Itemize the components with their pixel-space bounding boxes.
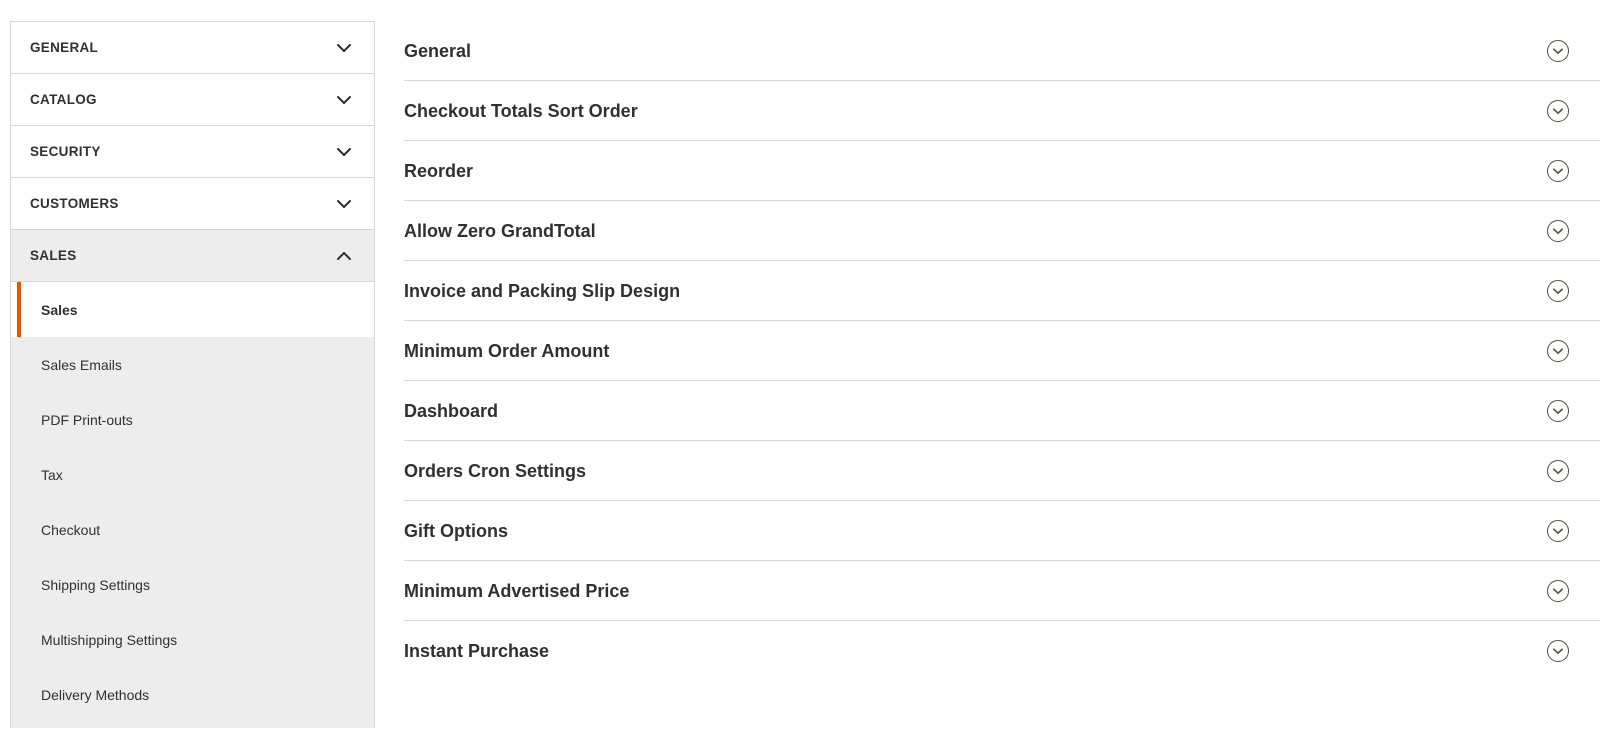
- fieldset-title: Checkout Totals Sort Order: [404, 100, 638, 121]
- sidebar-item-multishipping-settings[interactable]: Multishipping Settings: [11, 612, 374, 667]
- chevron-down-icon: [337, 199, 351, 208]
- sidebar-item-label: Multishipping Settings: [41, 631, 178, 648]
- sidebar-item-pdf-print-outs[interactable]: PDF Print-outs: [11, 392, 374, 447]
- chevron-down-icon: [337, 95, 351, 104]
- chevron-down-circle-icon[interactable]: [1546, 339, 1570, 363]
- fieldset-row-dashboard[interactable]: Dashboard: [404, 381, 1600, 441]
- fieldset-row-instant-purchase[interactable]: Instant Purchase: [404, 621, 1600, 681]
- sidebar-item-label: Shipping Settings: [41, 576, 150, 593]
- fieldset-row-checkout-totals-sort-order[interactable]: Checkout Totals Sort Order: [404, 81, 1600, 141]
- sidebar-item-label: Sales: [41, 301, 78, 318]
- fieldset-title: Instant Purchase: [404, 641, 550, 661]
- sidebar-item-checkout[interactable]: Checkout: [11, 502, 374, 557]
- chevron-down-icon: [337, 43, 351, 52]
- sidebar-section-toggle-customers[interactable]: CUSTOMERS: [11, 178, 374, 229]
- fieldset-row-minimum-advertised-price[interactable]: Minimum Advertised Price: [404, 561, 1600, 621]
- fieldset-title: Minimum Order Amount: [404, 340, 610, 361]
- fieldset-row-reorder[interactable]: Reorder: [404, 141, 1600, 201]
- chevron-down-circle-icon[interactable]: [1546, 519, 1570, 543]
- sidebar-submenu-sales: Sales Sales Emails PDF Print-outs Tax Checko…: [11, 281, 374, 728]
- chevron-down-circle-icon[interactable]: [1546, 459, 1570, 483]
- chevron-down-circle-icon[interactable]: [1546, 279, 1570, 303]
- fieldset-title: Allow Zero GrandTotal: [404, 220, 596, 241]
- sidebar-section-label: CUSTOMERS: [30, 196, 119, 211]
- sidebar-item-label: Delivery Methods: [41, 686, 150, 703]
- sidebar-section-label: SECURITY: [30, 144, 101, 159]
- sidebar-section-customers: CUSTOMERS: [10, 177, 375, 229]
- fieldset-title: Minimum Advertised Price: [404, 580, 630, 601]
- chevron-down-icon: [337, 147, 351, 156]
- sidebar-section-label: GENERAL: [30, 40, 99, 55]
- fieldset-title: Invoice and Packing Slip Design: [404, 280, 681, 301]
- sidebar-section-catalog: CATALOG: [10, 73, 375, 125]
- chevron-down-circle-icon[interactable]: [1546, 639, 1570, 663]
- sidebar-section-general: GENERAL: [10, 21, 375, 73]
- sidebar-item-tax[interactable]: Tax: [11, 447, 374, 502]
- fieldset-row-invoice-and-packing-slip-design[interactable]: Invoice and Packing Slip Design: [404, 261, 1600, 321]
- sidebar-item-label: PDF Print-outs: [41, 411, 133, 428]
- fieldset-row-gift-options[interactable]: Gift Options: [404, 501, 1600, 561]
- sidebar-section-label: SALES: [30, 248, 77, 263]
- sidebar-item-label: Tax: [41, 466, 63, 483]
- fieldset-title: Orders Cron Settings: [404, 460, 587, 481]
- sidebar-section-label: CATALOG: [30, 92, 97, 107]
- sidebar-section-toggle-catalog[interactable]: CATALOG: [11, 74, 374, 125]
- configuration-sidebar: GENERAL CATALOG SECURITY CUSTOMERS SALES Sale…: [10, 21, 375, 751]
- sidebar-item-shipping-settings[interactable]: Shipping Settings: [11, 557, 374, 612]
- fieldset-title: General: [404, 40, 472, 61]
- chevron-down-circle-icon[interactable]: [1546, 399, 1570, 423]
- chevron-down-circle-icon[interactable]: [1546, 159, 1570, 183]
- sidebar-section-toggle-general[interactable]: GENERAL: [11, 22, 374, 73]
- sidebar-section-security: SECURITY: [10, 125, 375, 177]
- fieldset-title: Reorder: [404, 160, 474, 181]
- sidebar-section-sales: SALES Sales Sales Emails PDF Print-outs Tax C…: [10, 229, 375, 728]
- chevron-down-circle-icon[interactable]: [1546, 99, 1570, 123]
- fieldset-title: Dashboard: [404, 400, 499, 421]
- chevron-down-circle-icon[interactable]: [1546, 579, 1570, 603]
- sidebar-section-toggle-sales[interactable]: SALES: [11, 230, 374, 281]
- chevron-down-circle-icon[interactable]: [1546, 219, 1570, 243]
- fieldset-row-orders-cron-settings[interactable]: Orders Cron Settings: [404, 441, 1600, 501]
- fieldset-row-allow-zero-grandtotal[interactable]: Allow Zero GrandTotal: [404, 201, 1600, 261]
- fieldset-row-minimum-order-amount[interactable]: Minimum Order Amount: [404, 321, 1600, 381]
- fieldset-row-general[interactable]: General: [404, 21, 1600, 81]
- sidebar-item-delivery-methods[interactable]: Delivery Methods: [11, 667, 374, 722]
- configuration-sections-list: General Checkout Totals Sort Order Reorder…: [404, 21, 1600, 681]
- fieldset-title: Gift Options: [404, 520, 508, 541]
- sidebar-item-label: Checkout: [41, 521, 101, 538]
- sidebar-section-toggle-security[interactable]: SECURITY: [11, 126, 374, 177]
- sidebar-item-label: Sales Emails: [41, 356, 122, 373]
- sidebar-item-sales[interactable]: Sales: [11, 282, 374, 337]
- sidebar-item-sales-emails[interactable]: Sales Emails: [11, 337, 374, 392]
- config-page: GENERAL CATALOG SECURITY CUSTOMERS SALES Sale…: [0, 0, 1610, 751]
- chevron-down-circle-icon[interactable]: [1546, 39, 1570, 63]
- chevron-up-icon: [337, 251, 351, 260]
